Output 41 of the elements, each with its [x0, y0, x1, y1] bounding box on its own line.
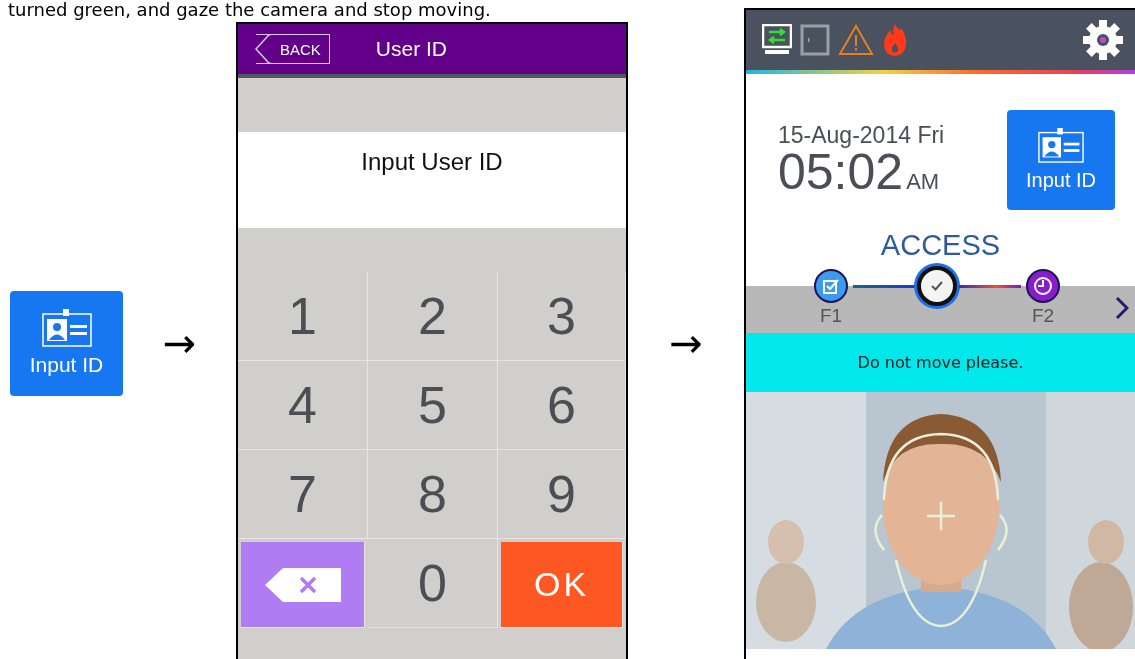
warning-icon	[838, 24, 874, 56]
digit-key[interactable]: 2	[368, 272, 498, 361]
digit-key[interactable]: 7	[238, 450, 368, 539]
ok-key[interactable]: OK	[501, 542, 623, 628]
backspace-icon	[264, 567, 341, 602]
step-button[interactable]	[917, 266, 957, 306]
step-label: F1	[819, 305, 843, 327]
digit-key[interactable]: 4	[238, 361, 368, 450]
delete-key[interactable]	[241, 542, 365, 628]
digit-key[interactable]: 6	[498, 361, 626, 450]
checkbox-icon	[823, 278, 839, 294]
chevron-right-icon	[1115, 296, 1129, 320]
message-text: Do not move please.	[857, 353, 1024, 372]
date-text: 15-Aug-2014 Fri	[778, 122, 945, 149]
digit-key[interactable]: 1	[238, 272, 368, 361]
flow-arrow: →	[669, 323, 703, 363]
clock-icon	[1033, 276, 1053, 296]
input-id-button[interactable]: Input ID	[10, 290, 123, 396]
back-button[interactable]: BACK	[256, 34, 330, 64]
step-label: F2	[1031, 305, 1055, 327]
digit-key[interactable]: 9	[498, 450, 626, 539]
meridiem-text: AM	[906, 169, 940, 195]
check-icon	[931, 281, 943, 291]
digit-key[interactable]: 5	[368, 361, 498, 450]
digit-key[interactable]: 3	[498, 272, 626, 361]
input-id-button[interactable]: Input ID	[1007, 110, 1115, 210]
door-icon	[800, 24, 830, 56]
caption-text: turned green, and gaze the camera and stop moving.	[7, 0, 492, 20]
settings-icon[interactable]	[1081, 18, 1125, 62]
digit-key[interactable]: 0	[368, 539, 498, 628]
digit-key[interactable]: 8	[368, 450, 498, 539]
step-button[interactable]	[1026, 269, 1060, 303]
flow-arrow: →	[162, 323, 197, 363]
fire-icon	[882, 23, 908, 57]
screen-title: User ID	[375, 37, 448, 61]
mode-title: ACCESS	[880, 228, 1001, 262]
id-card-icon	[1038, 128, 1084, 163]
id-card-icon	[41, 309, 92, 347]
step-button[interactable]	[814, 269, 848, 303]
monitor-icon	[762, 24, 792, 56]
prompt-text: Input User ID	[361, 148, 503, 176]
